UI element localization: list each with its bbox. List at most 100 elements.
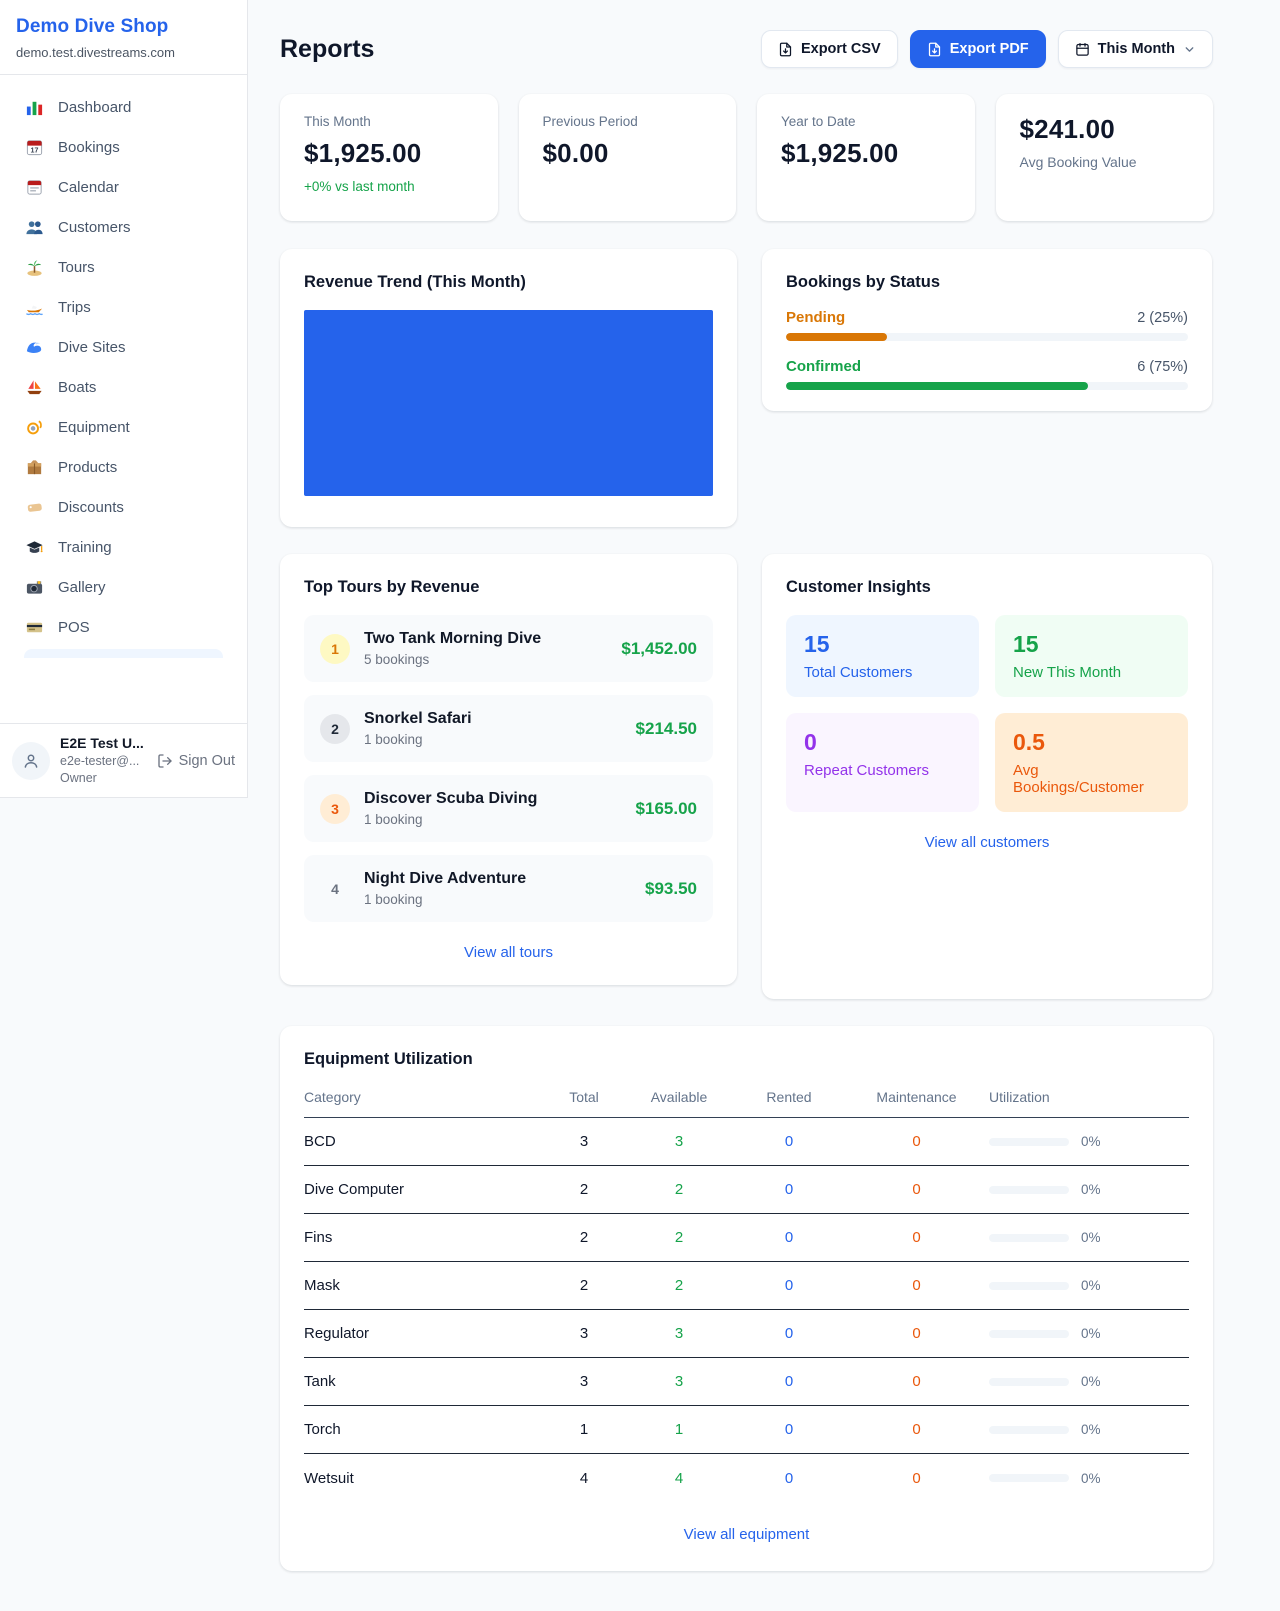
- sign-out-button[interactable]: Sign Out: [157, 753, 235, 769]
- insight-label: Repeat Customers: [804, 762, 961, 779]
- equipment-maintenance: 0: [844, 1229, 989, 1246]
- top-tours-card: Top Tours by Revenue 1 Two Tank Morning …: [280, 554, 737, 985]
- sidebar-item-label: Calendar: [58, 179, 119, 196]
- table-header: Category Total Available Rented Maintena…: [304, 1089, 1189, 1118]
- speedboat-icon: [24, 297, 44, 317]
- equipment-total: 3: [544, 1133, 624, 1150]
- revenue-trend-chart: [304, 310, 713, 496]
- period-label: This Month: [1098, 41, 1175, 57]
- rank-badge: 4: [320, 874, 350, 904]
- sidebar-item-trips[interactable]: Trips: [12, 287, 235, 327]
- sidebar-item-label: Dive Sites: [58, 339, 126, 356]
- insight-value: 0.5: [1013, 729, 1170, 756]
- equipment-total: 2: [544, 1277, 624, 1294]
- utilization-bar-track: [989, 1378, 1069, 1386]
- sidebar-item-tours[interactable]: Tours: [12, 247, 235, 287]
- island-icon: [24, 257, 44, 277]
- sidebar-item-label: Tours: [58, 259, 95, 276]
- sidebar-item-pos[interactable]: POS: [12, 607, 235, 647]
- tour-revenue: $165.00: [636, 799, 697, 819]
- tour-revenue: $214.50: [636, 719, 697, 739]
- list-item-tour[interactable]: 2 Snorkel Safari 1 booking $214.50: [304, 695, 713, 762]
- stat-value: $0.00: [543, 138, 713, 169]
- table-row: Regulator 3 3 0 0 0%: [304, 1310, 1189, 1358]
- period-dropdown[interactable]: This Month: [1058, 30, 1213, 68]
- sidebar-item-gallery[interactable]: Gallery: [12, 567, 235, 607]
- equipment-maintenance: 0: [844, 1277, 989, 1294]
- sidebar-item-customers[interactable]: Customers: [12, 207, 235, 247]
- avatar: [12, 742, 50, 780]
- list-item-tour[interactable]: 1 Two Tank Morning Dive 5 bookings $1,45…: [304, 615, 713, 682]
- sidebar-item-dashboard[interactable]: Dashboard: [12, 87, 235, 127]
- equipment-available: 2: [624, 1229, 734, 1246]
- card-title: Equipment Utilization: [304, 1050, 1189, 1069]
- sidebar-item-reports-partial[interactable]: [24, 649, 223, 658]
- stat-delta: +0% vs last month: [304, 179, 474, 194]
- card-title: Revenue Trend (This Month): [304, 273, 713, 292]
- equipment-category: Regulator: [304, 1325, 544, 1342]
- tag-icon: [24, 497, 44, 517]
- sign-out-label: Sign Out: [179, 753, 235, 769]
- equipment-rented: 0: [734, 1229, 844, 1246]
- equipment-available: 3: [624, 1325, 734, 1342]
- sidebar-item-calendar[interactable]: Calendar: [12, 167, 235, 207]
- utilization-bar-track: [989, 1138, 1069, 1146]
- stat-card-avg-booking-value: $241.00 Avg Booking Value: [996, 94, 1214, 221]
- shop-domain: demo.test.divestreams.com: [16, 45, 231, 60]
- export-pdf-label: Export PDF: [950, 41, 1029, 57]
- stat-label: Year to Date: [781, 114, 951, 129]
- export-pdf-button[interactable]: Export PDF: [910, 30, 1046, 68]
- graduation-cap-icon: [24, 537, 44, 557]
- sidebar-item-boats[interactable]: Boats: [12, 367, 235, 407]
- tour-name: Discover Scuba Diving: [364, 790, 622, 808]
- utilization-bar-track: [989, 1234, 1069, 1242]
- utilization-bar-track: [989, 1186, 1069, 1194]
- insight-value: 0: [804, 729, 961, 756]
- stat-card-this-month: This Month $1,925.00 +0% vs last month: [280, 94, 498, 221]
- page-title: Reports: [280, 35, 374, 64]
- equipment-category: BCD: [304, 1133, 544, 1150]
- table-row: Dive Computer 2 2 0 0 0%: [304, 1166, 1189, 1214]
- export-csv-button[interactable]: Export CSV: [761, 30, 898, 68]
- utilization-percent: 0%: [1081, 1278, 1101, 1293]
- file-download-icon: [778, 42, 793, 57]
- equipment-category: Wetsuit: [304, 1470, 544, 1487]
- user-name: E2E Test U...: [60, 734, 144, 753]
- list-item-tour[interactable]: 4 Night Dive Adventure 1 booking $93.50: [304, 855, 713, 922]
- equipment-total: 3: [544, 1373, 624, 1390]
- user-meta: E2E Test U... e2e-tester@... Owner: [60, 734, 144, 787]
- utilization-percent: 0%: [1081, 1134, 1101, 1149]
- view-all-customers-link[interactable]: View all customers: [786, 834, 1188, 851]
- equipment-total: 2: [544, 1181, 624, 1198]
- sidebar-item-label: Boats: [58, 379, 96, 396]
- view-all-equipment-link[interactable]: View all equipment: [304, 1526, 1189, 1543]
- insight-label: Avg Bookings/Customer: [1013, 762, 1170, 796]
- sidebar-item-label: POS: [58, 619, 90, 636]
- equipment-rented: 0: [734, 1373, 844, 1390]
- stat-value: $1,925.00: [781, 138, 951, 169]
- sidebar-item-products[interactable]: Products: [12, 447, 235, 487]
- column-header-category: Category: [304, 1089, 544, 1105]
- equipment-rented: 0: [734, 1277, 844, 1294]
- sidebar-item-discounts[interactable]: Discounts: [12, 487, 235, 527]
- tour-bookings: 1 booking: [364, 892, 631, 907]
- tour-bookings: 5 bookings: [364, 652, 607, 667]
- list-item-tour[interactable]: 3 Discover Scuba Diving 1 booking $165.0…: [304, 775, 713, 842]
- calendar-date-icon: 17: [24, 137, 44, 157]
- utilization-bar-track: [989, 1282, 1069, 1290]
- sidebar-item-dive-sites[interactable]: Dive Sites: [12, 327, 235, 367]
- user-email: e2e-tester@...: [60, 753, 144, 770]
- sidebar-item-label: Gallery: [58, 579, 106, 596]
- tour-name: Night Dive Adventure: [364, 870, 631, 888]
- sidebar-item-equipment[interactable]: Equipment: [12, 407, 235, 447]
- row-revenue-status: Revenue Trend (This Month) Bookings by S…: [280, 249, 1213, 527]
- equipment-maintenance: 0: [844, 1421, 989, 1438]
- sidebar-item-bookings[interactable]: 17 Bookings: [12, 127, 235, 167]
- stat-label: Previous Period: [543, 114, 713, 129]
- table-row: Fins 2 2 0 0 0%: [304, 1214, 1189, 1262]
- tour-name: Snorkel Safari: [364, 710, 622, 728]
- insight-tile: 15 Total Customers: [786, 615, 979, 697]
- sidebar-item-training[interactable]: Training: [12, 527, 235, 567]
- view-all-tours-link[interactable]: View all tours: [304, 944, 713, 961]
- equipment-table-body: BCD 3 3 0 0 0% Dive Computer 2 2 0 0 0%: [304, 1118, 1189, 1502]
